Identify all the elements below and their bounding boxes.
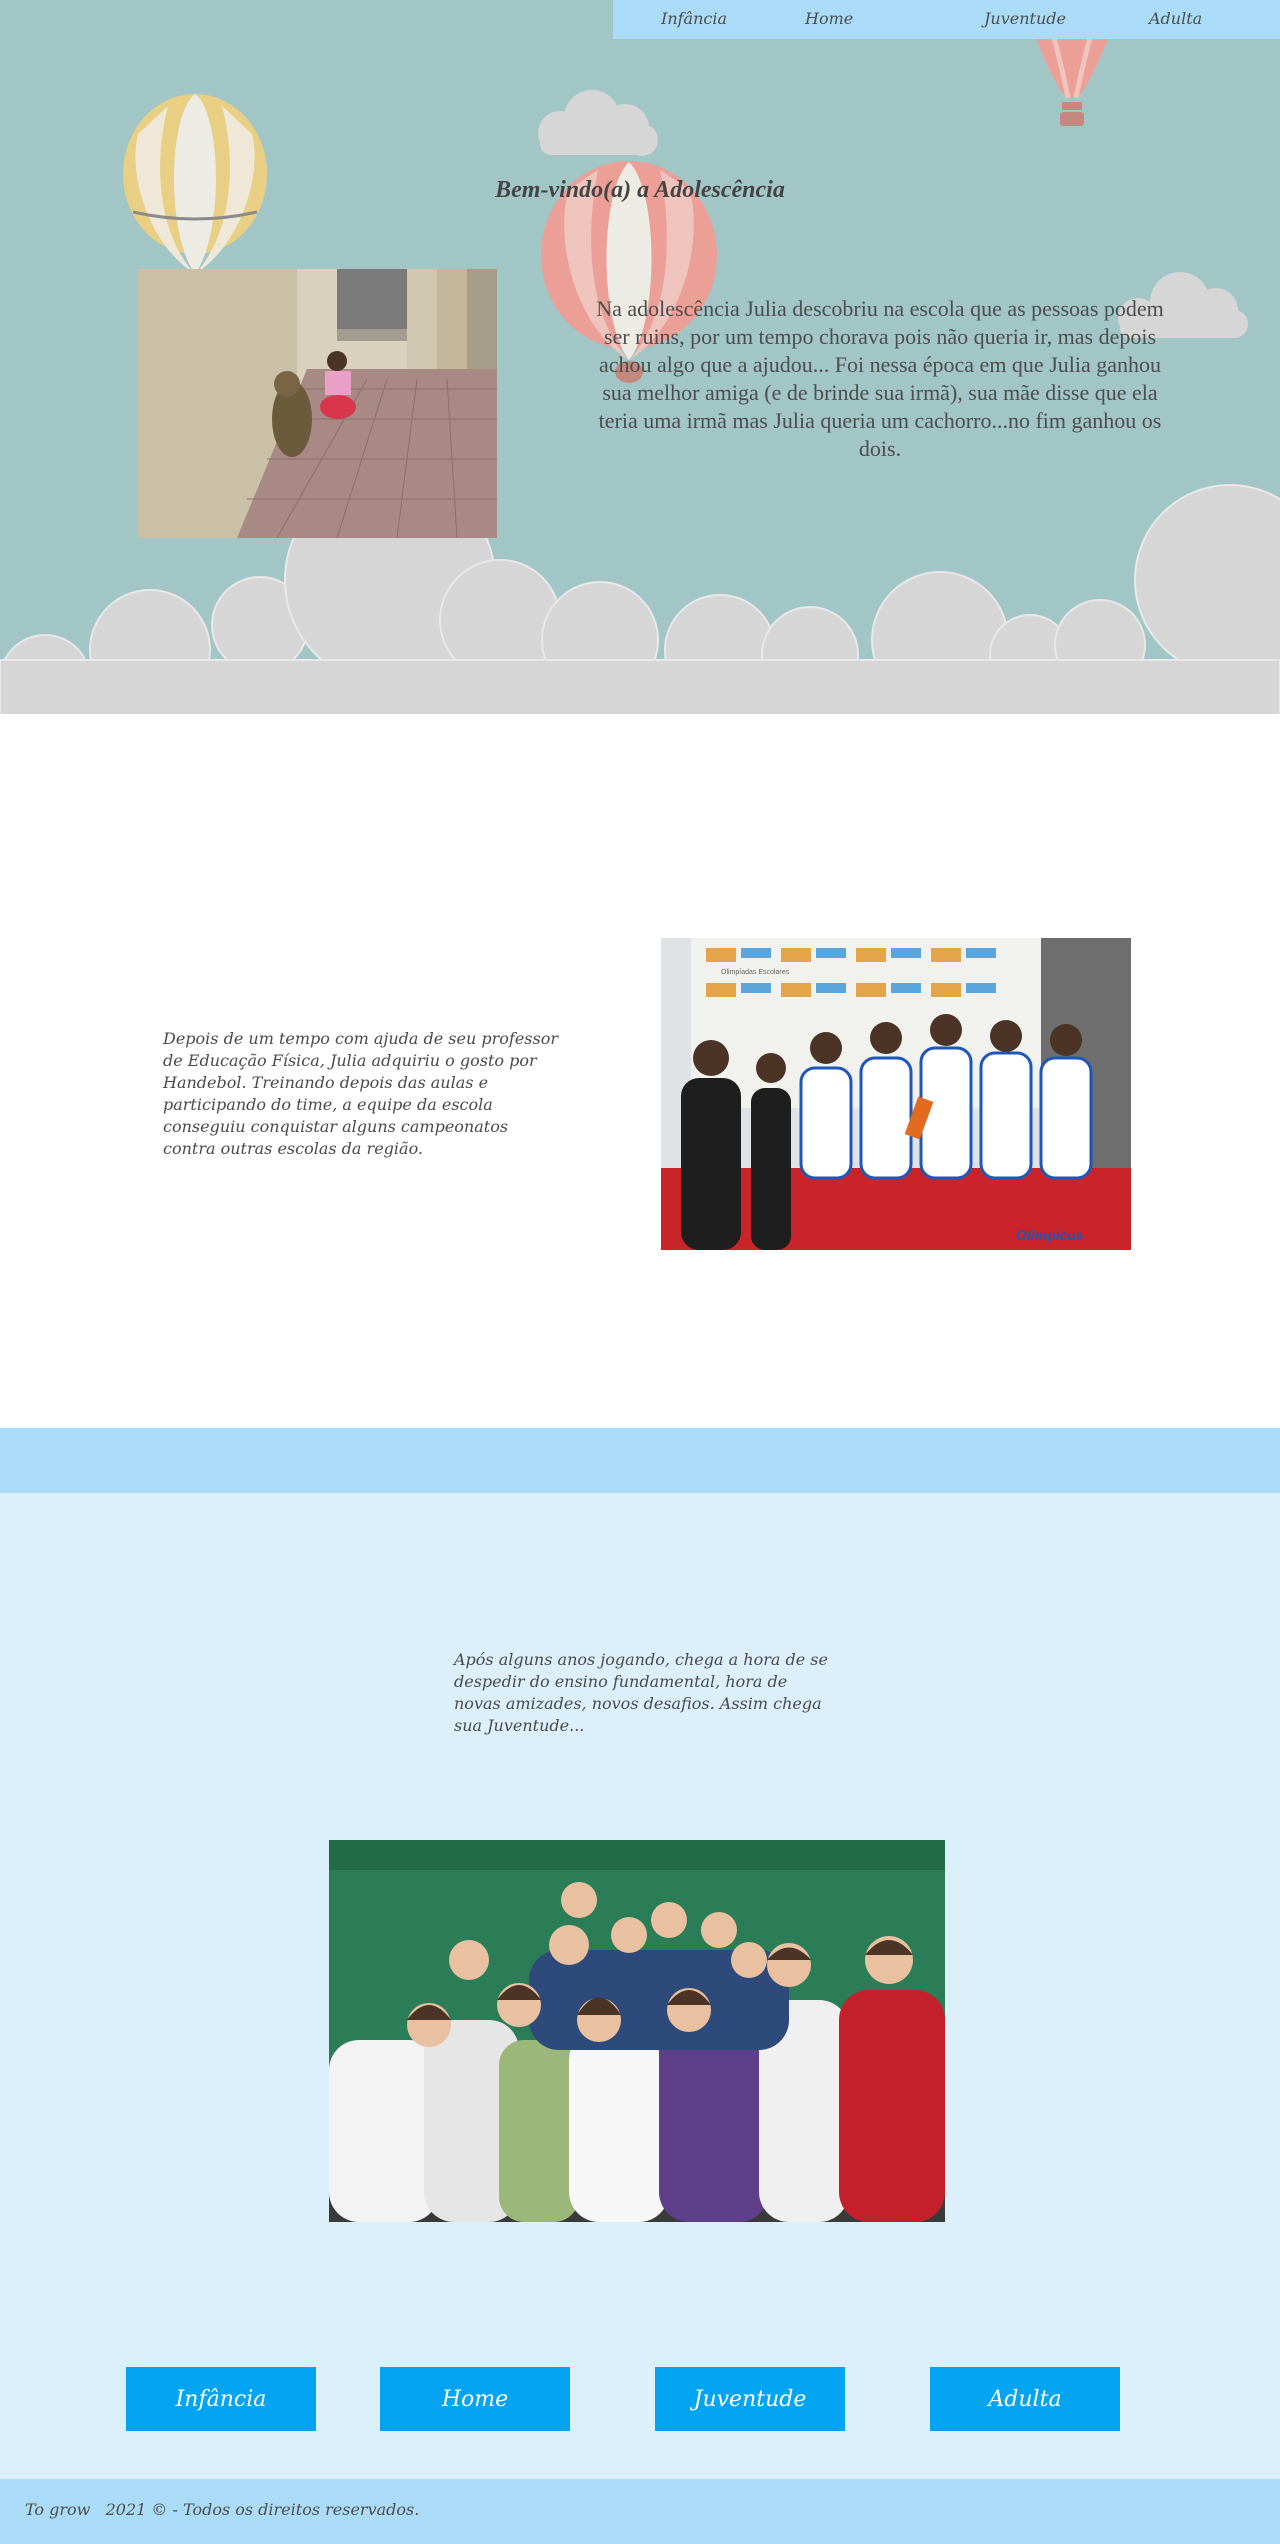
- button-infancia[interactable]: Infância: [126, 2367, 316, 2431]
- friends-group-photo: [329, 1840, 945, 2222]
- handball-paragraph: Depois de um tempo com ajuda de seu prof…: [163, 1029, 558, 1158]
- handball-team-photo: Olimpíadas Escolares Olimpicus: [661, 938, 1131, 1250]
- small-pink-balloon-icon: [1036, 36, 1108, 126]
- top-nav: Infância Home Juventude Adulta: [613, 0, 1280, 39]
- nav-link-infancia[interactable]: Infância: [661, 9, 727, 28]
- divider-band: [0, 1428, 1280, 1493]
- youth-paragraph: Após alguns anos jogando, chega a hora d…: [454, 1650, 828, 1735]
- button-juventude[interactable]: Juventude: [655, 2367, 845, 2431]
- banner-text: Olimpíadas Escolares: [721, 969, 790, 976]
- yellow-balloon-icon: [123, 94, 267, 274]
- nav-link-juventude[interactable]: Juventude: [984, 9, 1066, 28]
- small-cloud-icon: [538, 90, 658, 156]
- nav-link-adulta[interactable]: Adulta: [1149, 9, 1202, 28]
- girl-with-dog-photo: [137, 269, 497, 538]
- hero-section: Infância Home Juventude Adulta Bem-vindo…: [0, 0, 1280, 714]
- button-adulta[interactable]: Adulta: [930, 2367, 1120, 2431]
- footer: To grow 2021 © - Todos os direitos reser…: [0, 2479, 1280, 2544]
- button-home[interactable]: Home: [380, 2367, 570, 2431]
- nav-link-home[interactable]: Home: [805, 9, 853, 28]
- hero-paragraph: Na adolescência Julia descobriu na escol…: [596, 296, 1164, 461]
- footer-copyright: To grow 2021 © - Todos os direitos reser…: [25, 2500, 420, 2519]
- page-title: Bem-vindo(a) a Adolescência: [495, 177, 785, 203]
- photo-watermark: Olimpicus: [1016, 1227, 1084, 1243]
